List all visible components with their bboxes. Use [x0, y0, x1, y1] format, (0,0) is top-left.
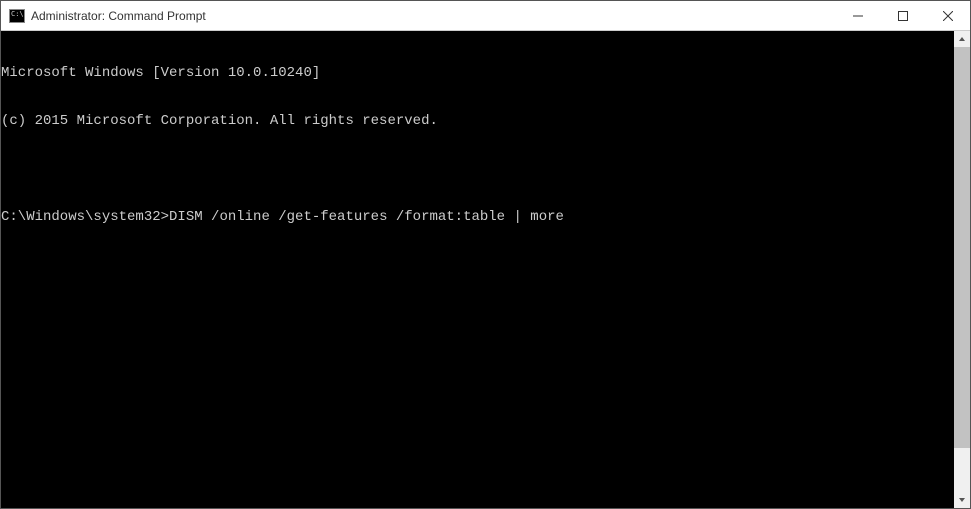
console-command: DISM /online /get-features /format:table…: [169, 209, 564, 225]
console-line: Microsoft Windows [Version 10.0.10240]: [1, 65, 954, 81]
window-title: Administrator: Command Prompt: [31, 9, 835, 23]
close-button[interactable]: [925, 1, 970, 30]
cmd-icon: [9, 9, 25, 23]
scrollbar-up-button[interactable]: [954, 31, 970, 47]
console-prompt-line: C:\Windows\system32>DISM /online /get-fe…: [1, 209, 954, 225]
console-prompt: C:\Windows\system32>: [1, 209, 169, 225]
titlebar[interactable]: Administrator: Command Prompt: [1, 1, 970, 31]
scrollbar-thumb[interactable]: [954, 47, 970, 448]
scrollbar-down-button[interactable]: [954, 492, 970, 508]
command-prompt-window: Administrator: Command Prompt Microsoft …: [0, 0, 971, 509]
maximize-button[interactable]: [880, 1, 925, 30]
console-output[interactable]: Microsoft Windows [Version 10.0.10240] (…: [1, 31, 954, 508]
minimize-button[interactable]: [835, 1, 880, 30]
console-line-blank: [1, 161, 954, 177]
scrollbar-track[interactable]: [954, 47, 970, 492]
vertical-scrollbar[interactable]: [954, 31, 970, 508]
window-controls: [835, 1, 970, 30]
client-area: Microsoft Windows [Version 10.0.10240] (…: [1, 31, 970, 508]
console-line: (c) 2015 Microsoft Corporation. All righ…: [1, 113, 954, 129]
